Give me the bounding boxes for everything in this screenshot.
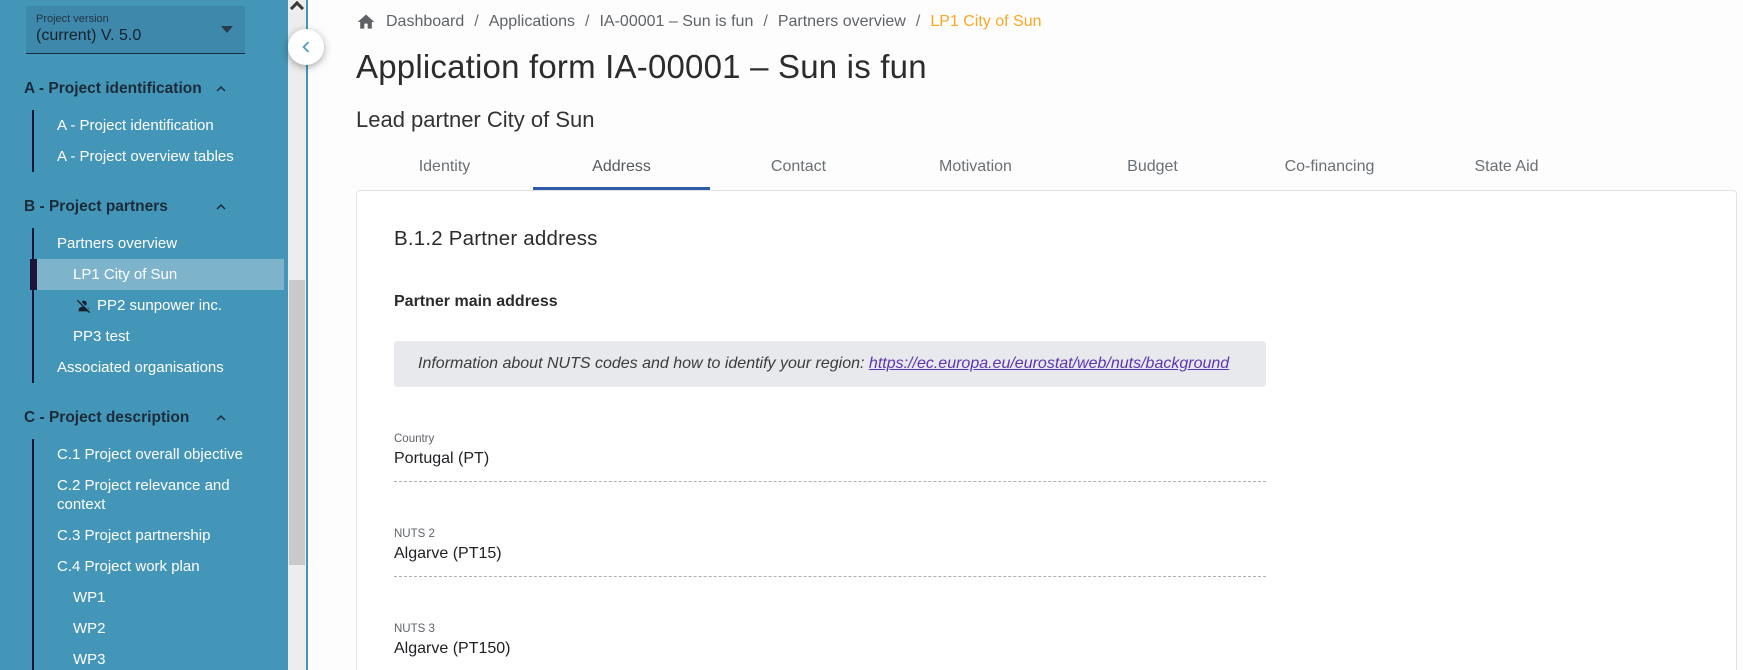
breadcrumb-separator: / (585, 13, 589, 31)
sidebar-item-project-identification[interactable]: A - Project identification (34, 110, 284, 141)
home-icon[interactable] (356, 12, 376, 32)
tab-label: Identity (419, 158, 471, 176)
nuts-background-link[interactable]: https://ec.europa.eu/eurostat/web/nuts/b… (869, 355, 1229, 372)
sidebar-item-c4-work-plan[interactable]: C.4 Project work plan (34, 551, 284, 582)
breadcrumb-dashboard[interactable]: Dashboard (386, 13, 464, 31)
chevron-left-icon (295, 36, 317, 58)
sidebar-section-b-header[interactable]: B - Project partners (0, 198, 284, 216)
tab-identity[interactable]: Identity (356, 146, 533, 190)
tab-label: Co-financing (1285, 158, 1375, 176)
sidebar-item-c3-partnership[interactable]: C.3 Project partnership (34, 520, 284, 551)
project-version-select[interactable]: Project version (current) V. 5.0 (26, 6, 245, 54)
sidebar-item-c1-overall-objective[interactable]: C.1 Project overall objective (34, 439, 284, 470)
item-label: Partners overview (57, 235, 177, 252)
sidebar-item-wp1[interactable]: WP1 (34, 582, 284, 613)
sidebar-item-pp2-sunpower[interactable]: PP2 sunpower inc. (34, 290, 284, 321)
collapse-sidebar-button[interactable] (288, 29, 324, 65)
sidebar-item-wp2[interactable]: WP2 (34, 613, 284, 644)
application-window: Project version (current) V. 5.0 A - Pro… (0, 0, 1743, 670)
main-content: Dashboard / Applications / IA-00001 – Su… (308, 0, 1743, 670)
section-label: A - Project identification (24, 80, 202, 98)
nuts-info-box: Information about NUTS codes and how to … (394, 341, 1266, 387)
tab-label: State Aid (1474, 158, 1538, 176)
caret-down-icon (221, 26, 233, 33)
project-version-label: Project version (36, 13, 235, 25)
breadcrumb-applications[interactable]: Applications (489, 13, 575, 31)
tab-co-financing[interactable]: Co-financing (1241, 146, 1418, 190)
item-label: A - Project identification (57, 117, 214, 134)
sidebar-item-lp1-city-of-sun[interactable]: LP1 City of Sun (30, 259, 284, 290)
sidebar: Project version (current) V. 5.0 A - Pro… (0, 0, 308, 670)
item-label: WP1 (73, 589, 106, 606)
sidebar-section-c-header[interactable]: C - Project description (0, 409, 284, 427)
item-label: PP2 sunpower inc. (97, 296, 222, 315)
item-label: WP3 (73, 651, 106, 668)
sidebar-scrollbar[interactable] (288, 0, 306, 670)
sidebar-item-partners-overview[interactable]: Partners overview (34, 228, 284, 259)
item-label: C.4 Project work plan (57, 558, 200, 575)
item-label: C.2 Project relevance and context (57, 477, 230, 513)
sidebar-section-a: A - Project identification A - Project i… (0, 80, 284, 172)
field-label: NUTS 3 (394, 623, 1266, 635)
item-label: LP1 City of Sun (73, 266, 177, 283)
sidebar-section-b: B - Project partners Partners overview L… (0, 198, 284, 383)
breadcrumb-partners-overview[interactable]: Partners overview (778, 13, 906, 31)
tab-motivation[interactable]: Motivation (887, 146, 1064, 190)
sidebar-item-wp3[interactable]: WP3 (34, 644, 284, 670)
breadcrumb-current-page: LP1 City of Sun (930, 13, 1041, 31)
sidebar-item-associated-organisations[interactable]: Associated organisations (34, 352, 284, 383)
field-label: Country (394, 433, 1266, 445)
page-subtitle: Lead partner City of Sun (356, 107, 1737, 133)
subsection-title: Partner main address (394, 293, 1696, 311)
tab-contact[interactable]: Contact (710, 146, 887, 190)
sidebar-section-a-header[interactable]: A - Project identification (0, 80, 284, 98)
sidebar-item-c2-relevance-context[interactable]: C.2 Project relevance and context (34, 470, 284, 520)
tab-address[interactable]: Address (533, 146, 710, 190)
item-label: C.3 Project partnership (57, 527, 210, 544)
nuts2-field: NUTS 2 Algarve (PT15) (394, 528, 1266, 577)
field-label: NUTS 2 (394, 528, 1266, 540)
item-label: WP2 (73, 620, 106, 637)
tab-label: Budget (1127, 158, 1178, 176)
info-note-text: Information about NUTS codes and how to … (418, 355, 869, 372)
section-label: B - Project partners (24, 198, 168, 216)
breadcrumb: Dashboard / Applications / IA-00001 – Su… (356, 10, 1737, 34)
item-label: PP3 test (73, 328, 130, 345)
section-label: C - Project description (24, 409, 189, 427)
breadcrumb-separator: / (916, 13, 920, 31)
field-value: Algarve (PT15) (394, 543, 1266, 564)
breadcrumb-separator: / (763, 13, 767, 31)
tab-label: Address (592, 158, 651, 176)
breadcrumb-separator: / (474, 13, 478, 31)
chevron-up-icon (212, 409, 230, 427)
sidebar-section-c: C - Project description C.1 Project over… (0, 409, 284, 670)
tab-label: Motivation (939, 158, 1012, 176)
sidebar-scrollbar-thumb[interactable] (289, 280, 305, 565)
field-value: Algarve (PT150) (394, 638, 1266, 659)
sidebar-item-project-overview-tables[interactable]: A - Project overview tables (34, 141, 284, 172)
tab-label: Contact (771, 158, 826, 176)
page-title: Application form IA-00001 – Sun is fun (356, 48, 1737, 86)
country-field: Country Portugal (PT) (394, 433, 1266, 482)
item-label: Associated organisations (57, 359, 224, 376)
item-label: A - Project overview tables (57, 148, 234, 165)
sidebar-item-pp3-test[interactable]: PP3 test (34, 321, 284, 352)
tab-state-aid[interactable]: State Aid (1418, 146, 1595, 190)
person-off-icon (76, 298, 92, 314)
chevron-up-icon (212, 198, 230, 216)
chevron-up-icon (212, 80, 230, 98)
tab-budget[interactable]: Budget (1064, 146, 1241, 190)
scroll-up-arrow-icon[interactable] (292, 1, 301, 10)
nuts3-field: NUTS 3 Algarve (PT150) (394, 623, 1266, 670)
field-value: Portugal (PT) (394, 448, 1266, 469)
section-title: B.1.2 Partner address (394, 227, 1696, 251)
tab-bar: Identity Address Contact Motivation Budg… (356, 146, 1737, 190)
partner-address-card: B.1.2 Partner address Partner main addre… (356, 190, 1737, 670)
item-label: C.1 Project overall objective (57, 446, 243, 463)
breadcrumb-application[interactable]: IA-00001 – Sun is fun (599, 13, 753, 31)
project-version-value: (current) V. 5.0 (36, 27, 235, 45)
